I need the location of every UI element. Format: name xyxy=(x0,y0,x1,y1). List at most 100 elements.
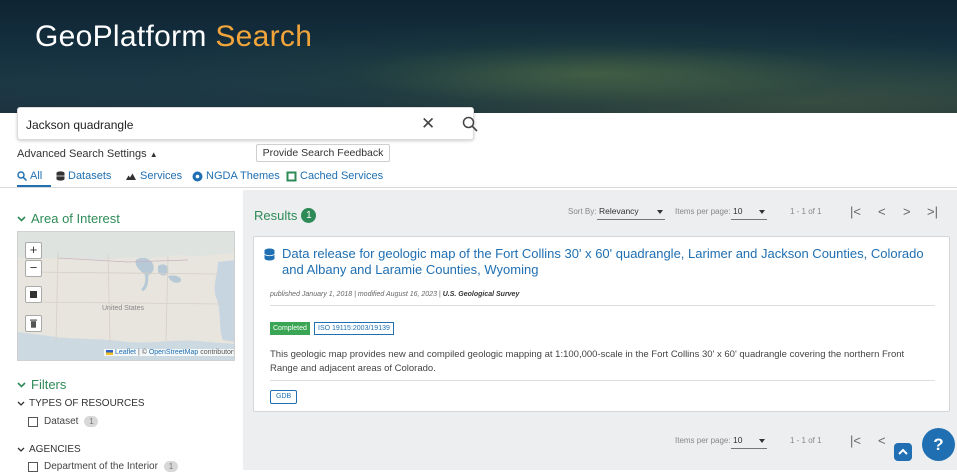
caret-down-icon xyxy=(759,439,765,443)
zoom-in-button[interactable]: + xyxy=(25,242,42,259)
sort-by-select[interactable]: Relevancy xyxy=(599,206,639,216)
chevron-down-icon xyxy=(17,447,25,452)
map-attribution: Leaflet | © OpenStreetMap contributors xyxy=(104,349,235,356)
tab-datasets[interactable]: Datasets xyxy=(56,170,111,182)
tab-services[interactable]: Services xyxy=(125,170,182,182)
facet-types-of-resources[interactable]: TYPES OF RESOURCES xyxy=(17,398,145,409)
map-view[interactable]: + − United States Leaflet | © OpenStreet… xyxy=(17,231,235,361)
clear-icon[interactable]: ✕ xyxy=(421,114,435,134)
facet-option-label: Department of the Interior xyxy=(44,461,158,472)
standard-badge: ISO 19115:2003/19139 xyxy=(314,322,394,335)
items-select-underline xyxy=(731,448,767,449)
facet-option-label: Dataset xyxy=(44,416,79,427)
last-page-icon[interactable]: >| xyxy=(927,204,938,219)
gear-icon xyxy=(192,171,203,181)
card-divider xyxy=(270,380,935,381)
count-badge: 1 xyxy=(163,461,178,472)
result-description: This geologic map provides new and compi… xyxy=(270,349,905,374)
tab-label: Datasets xyxy=(68,170,112,182)
search-bar: ✕ xyxy=(17,107,478,140)
filters-toggle[interactable]: Filters xyxy=(17,377,66,392)
publisher: U.S. Geological Survey xyxy=(442,291,520,298)
format-badge[interactable]: GDB xyxy=(270,390,298,404)
facet-title: TYPES OF RESOURCES xyxy=(29,398,145,409)
next-page-icon[interactable]: > xyxy=(903,204,911,219)
results-range: 1 - 1 of 1 xyxy=(790,207,822,216)
app-title[interactable]: GeoPlatform Search xyxy=(35,20,312,54)
results-range: 1 - 1 of 1 xyxy=(790,436,822,445)
header-banner: GeoPlatform Search xyxy=(0,0,957,113)
database-icon xyxy=(264,248,275,261)
checkbox[interactable] xyxy=(28,416,38,427)
attribution-suffix: contributors xyxy=(200,349,235,356)
caret-down-icon xyxy=(657,210,663,214)
leaflet-link[interactable]: Leaflet xyxy=(115,349,136,356)
count-badge: 1 xyxy=(84,416,99,427)
zoom-out-button[interactable]: − xyxy=(25,260,42,277)
card-divider xyxy=(270,305,935,306)
prev-page-icon[interactable]: < xyxy=(878,204,886,219)
status-badge: Completed xyxy=(270,322,310,335)
tab-label: Cached Services xyxy=(300,170,384,182)
brand-main: GeoPlatform xyxy=(35,20,207,53)
published-date: published January 1, 2018 xyxy=(270,291,353,298)
modified-date: modified August 16, 2023 xyxy=(357,291,437,298)
result-title-link[interactable]: Data release for geologic map of the For… xyxy=(282,246,932,278)
facet-option-department-of-the-interior[interactable]: Department of the Interior 1 xyxy=(28,461,178,472)
square-icon xyxy=(286,171,297,181)
caret-down-icon xyxy=(759,210,765,214)
map-country-label: United States xyxy=(102,305,145,312)
osm-link[interactable]: OpenStreetMap xyxy=(149,349,198,356)
checkbox[interactable] xyxy=(28,461,38,472)
items-per-page-select[interactable]: 10 xyxy=(733,435,742,445)
items-select-underline xyxy=(731,219,767,220)
database-icon xyxy=(56,171,65,181)
items-per-page-select[interactable]: 10 xyxy=(733,206,742,216)
scroll-to-top-button[interactable] xyxy=(894,443,912,461)
results-heading: Results 1 xyxy=(254,208,317,223)
map-background xyxy=(18,232,234,360)
tab-all[interactable]: All xyxy=(17,170,42,182)
tab-label: Services xyxy=(140,170,183,182)
caret-up-icon: ▲ xyxy=(149,150,158,159)
search-icon[interactable] xyxy=(462,116,478,132)
items-per-page-label: Items per page: xyxy=(675,436,731,445)
tab-ngda-themes[interactable]: NGDA Themes xyxy=(192,170,280,182)
brand-accent: Search xyxy=(215,20,313,53)
search-input[interactable] xyxy=(24,114,394,136)
draw-rectangle-button[interactable] xyxy=(25,286,42,303)
chevron-down-icon xyxy=(17,401,25,406)
prev-page-icon[interactable]: < xyxy=(878,433,886,448)
sort-select-underline xyxy=(597,219,665,220)
search-icon xyxy=(17,171,27,181)
first-page-icon[interactable]: |< xyxy=(850,204,861,219)
delete-shape-button[interactable] xyxy=(25,315,42,332)
help-button[interactable]: ? xyxy=(922,428,955,461)
trash-icon xyxy=(30,319,37,328)
result-metadata: published January 1, 2018 | modified Aug… xyxy=(270,291,520,298)
cloud-icon xyxy=(126,173,136,180)
chevron-down-icon xyxy=(17,381,26,388)
sort-by-label: Sort By: xyxy=(568,207,597,216)
facet-title: AGENCIES xyxy=(29,444,81,455)
results-count-badge: 1 xyxy=(301,208,317,223)
flag-icon xyxy=(106,349,113,355)
advanced-search-toggle[interactable]: Advanced Search Settings ▲ xyxy=(17,148,158,160)
chevron-down-icon xyxy=(17,215,26,222)
result-card: Data release for geologic map of the For… xyxy=(253,236,950,412)
area-of-interest-toggle[interactable]: Area of Interest xyxy=(17,211,120,226)
facet-option-dataset[interactable]: Dataset 1 xyxy=(28,416,99,427)
results-label: Results xyxy=(254,208,298,223)
items-per-page-label: Items per page: xyxy=(675,207,731,216)
tab-label: All xyxy=(30,170,43,182)
first-page-icon[interactable]: |< xyxy=(850,433,861,448)
tab-cached-services[interactable]: Cached Services xyxy=(286,170,383,182)
advanced-search-label: Advanced Search Settings xyxy=(17,148,147,160)
facet-agencies[interactable]: AGENCIES xyxy=(17,444,81,455)
feedback-button[interactable]: Provide Search Feedback xyxy=(256,144,390,162)
tabs-divider xyxy=(0,187,957,188)
chevron-up-icon xyxy=(898,448,908,455)
filters-title: Filters xyxy=(31,377,67,392)
square-icon xyxy=(30,291,37,298)
tab-label: NGDA Themes xyxy=(206,170,280,182)
